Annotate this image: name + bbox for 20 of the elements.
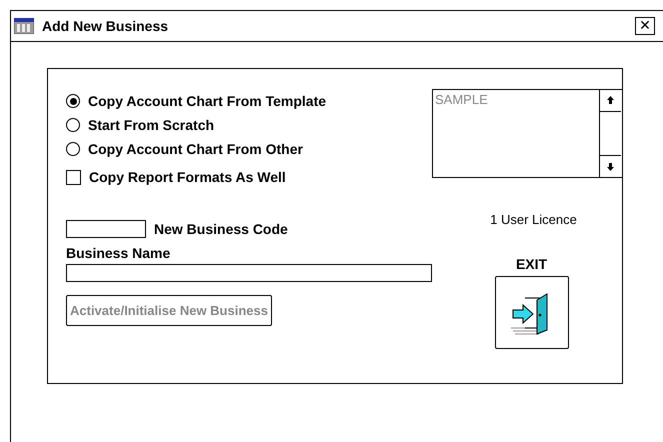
business-code-field[interactable] [66, 220, 146, 238]
radio-button[interactable] [66, 142, 80, 156]
template-list[interactable]: SAMPLE [432, 89, 623, 178]
window-icon [14, 18, 34, 34]
exit-button[interactable] [494, 276, 568, 349]
checkbox[interactable] [66, 170, 81, 184]
radio-button[interactable] [66, 94, 80, 108]
licence-text: 1 User Licence [490, 212, 577, 227]
field-label: Business Name [66, 245, 170, 261]
field-label: New Business Code [154, 221, 288, 237]
list-item[interactable]: SAMPLE [435, 92, 488, 107]
radio-label: Copy Account Chart From Other [88, 141, 303, 157]
exit-label: EXIT [516, 256, 548, 272]
close-button[interactable]: ✕ [635, 17, 655, 35]
checkbox-label: Copy Report Formats As Well [89, 169, 286, 185]
radio-button[interactable] [66, 118, 80, 132]
business-name-field[interactable] [66, 264, 432, 282]
radio-label: Start From Scratch [88, 117, 214, 133]
window-title: Add New Business [42, 18, 170, 34]
radio-label: Copy Account Chart From Template [88, 93, 326, 109]
